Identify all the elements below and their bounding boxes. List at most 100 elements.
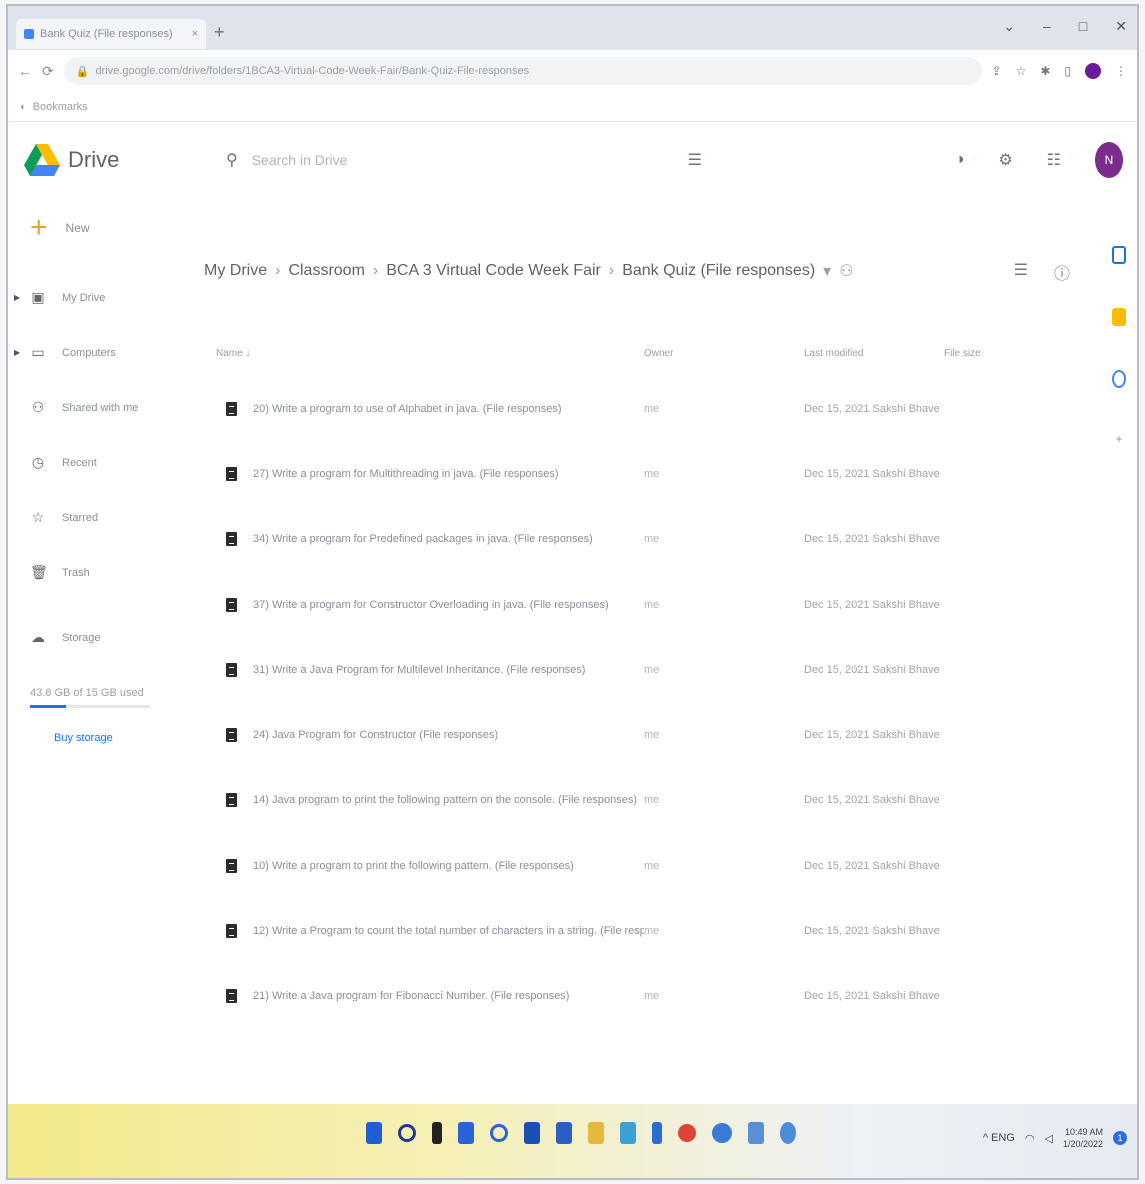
list-view-icon[interactable]: ☰ [1014, 260, 1028, 284]
excel-icon[interactable] [652, 1122, 662, 1144]
file-modified: Dec 15, 2021 Sakshi Bhave [804, 533, 940, 546]
breadcrumb-item[interactable]: Classroom [288, 262, 364, 280]
sidebar-item-storage[interactable]: ☁ Storage [8, 610, 198, 665]
keep-icon[interactable] [1112, 308, 1126, 326]
chat-icon[interactable] [490, 1124, 508, 1142]
minimize-icon[interactable]: – [1043, 18, 1051, 35]
tab-close-icon[interactable]: × [192, 28, 198, 40]
sidebar-icon[interactable]: ▯ [1064, 64, 1071, 78]
table-row[interactable]: 10) Write a program to print the followi… [204, 833, 1084, 898]
profile-icon[interactable] [1085, 63, 1101, 79]
new-button[interactable]: + New [8, 198, 198, 258]
sidebar-item-shared[interactable]: ⚇ Shared with me [8, 380, 198, 435]
drive-logo[interactable]: Drive [24, 144, 214, 176]
settings-icon[interactable]: ⚙ [998, 150, 1012, 170]
task-view-icon[interactable] [432, 1122, 442, 1144]
sidebar-item-my-drive[interactable]: ▶ ▣ My Drive [8, 270, 198, 325]
media-icon[interactable] [620, 1122, 636, 1144]
tasks-icon[interactable] [1112, 370, 1126, 388]
offline-status-icon[interactable]: ◑ [955, 151, 965, 169]
buy-storage-link[interactable]: Buy storage [54, 732, 198, 744]
add-addon-icon[interactable]: + [1115, 432, 1122, 446]
settings-app-icon[interactable] [780, 1122, 796, 1144]
puzzle-icon[interactable]: ✱ [1040, 64, 1050, 78]
reload-icon[interactable]: ⟳ [42, 63, 54, 80]
file-modified: Dec 15, 2021 Sakshi Bhave [804, 859, 940, 872]
back-icon[interactable]: ← [18, 63, 32, 79]
breadcrumb-item[interactable]: My Drive [204, 262, 267, 280]
search-icon[interactable]: ⚲ [226, 150, 238, 170]
star-bookmark-icon[interactable]: ☆ [1016, 64, 1027, 78]
table-row[interactable]: 34) Write a program for Predefined packa… [204, 507, 1084, 572]
store-icon[interactable] [556, 1122, 572, 1144]
volume-icon[interactable]: ◁ [1044, 1132, 1052, 1145]
chevron-down-icon[interactable]: ▾ [823, 261, 831, 281]
chevron-right-icon: › [608, 262, 615, 279]
sidebar-item-computers[interactable]: ▶ ▭ Computers [8, 325, 198, 380]
search-options-icon[interactable]: ☰ [688, 150, 702, 170]
file-name-cell: 14) Java program to print the following … [204, 793, 644, 808]
table-row[interactable]: 31) Write a Java Program for Multilevel … [204, 637, 1084, 702]
table-row[interactable]: 14) Java program to print the following … [204, 768, 1084, 833]
sidebar-item-recent[interactable]: ◷ Recent [8, 435, 198, 490]
word-icon[interactable] [524, 1122, 540, 1144]
table-row[interactable]: 24) Java Program for Constructor (File r… [204, 702, 1084, 767]
apps-grid-icon[interactable]: ☷ [1047, 150, 1061, 170]
taskbar-apps [366, 1122, 796, 1144]
caret-right-icon[interactable]: ▶ [14, 293, 20, 302]
column-size[interactable]: File size [944, 348, 1044, 359]
info-icon[interactable]: ⓘ [1054, 260, 1070, 284]
system-tray: ^ ENG ◠ ◁ 10:49 AM 1/20/2022 1 [983, 1126, 1127, 1150]
breadcrumb-item[interactable]: BCA 3 Virtual Code Week Fair [386, 262, 601, 280]
column-name[interactable]: Name ↓ [204, 348, 644, 359]
bookmark-item[interactable]: Bookmarks [33, 101, 88, 113]
sidebar-item-starred[interactable]: ☆ Starred [8, 490, 198, 545]
sheets-file-icon [226, 924, 237, 939]
shared-folder-icon[interactable]: ⚇ [839, 261, 853, 281]
file-name-cell: 37) Write a program for Constructor Over… [204, 597, 644, 612]
sidebar-item-trash[interactable]: 🗑 Trash [8, 545, 198, 600]
clock[interactable]: 10:49 AM 1/20/2022 [1063, 1126, 1103, 1150]
screen-frame: Bank Quiz (File responses) × + ⌄ – □ ✕ ←… [6, 4, 1139, 1180]
avatar[interactable]: N [1095, 142, 1123, 178]
sidebar-nav: ▶ ▣ My Drive ▶ ▭ Computers ⚇ Shared with… [8, 270, 198, 665]
more-icon[interactable]: ⋮ [1115, 64, 1127, 78]
file-name-cell: 34) Write a program for Predefined packa… [204, 532, 644, 547]
maximize-icon[interactable]: □ [1079, 18, 1087, 35]
column-modified[interactable]: Last modified [804, 348, 944, 359]
share-icon[interactable]: ⇪ [992, 64, 1002, 78]
table-row[interactable]: 12) Write a Program to count the total n… [204, 898, 1084, 963]
wifi-icon[interactable]: ◠ [1025, 1132, 1035, 1145]
table-row[interactable]: 21) Write a Java program for Fibonacci N… [204, 964, 1084, 1029]
widgets-icon[interactable] [458, 1122, 474, 1144]
tray-indicators[interactable]: ^ ENG [983, 1132, 1015, 1144]
new-tab-button[interactable]: + [214, 22, 225, 43]
column-owner[interactable]: Owner [644, 348, 804, 359]
photos-icon[interactable] [748, 1122, 764, 1144]
file-name: 34) Write a program for Predefined packa… [253, 533, 593, 546]
caret-right-icon[interactable]: ▶ [14, 348, 20, 357]
chrome-icon[interactable] [678, 1124, 696, 1142]
file-modified: Dec 15, 2021 Sakshi Bhave [804, 467, 940, 480]
notification-badge[interactable]: 1 [1113, 1131, 1127, 1145]
file-name: 21) Write a Java program for Fibonacci N… [253, 990, 570, 1003]
edge-icon[interactable] [712, 1123, 732, 1143]
table-row[interactable]: 37) Write a program for Constructor Over… [204, 572, 1084, 637]
sheets-file-icon [226, 401, 237, 416]
search-input[interactable]: Search in Drive [252, 152, 348, 168]
table-row[interactable]: 20) Write a program to use of Alphabet i… [204, 376, 1084, 441]
close-icon[interactable]: ✕ [1115, 18, 1127, 35]
breadcrumb-current[interactable]: Bank Quiz (File responses) [622, 262, 815, 280]
clock-date: 1/20/2022 [1062, 1139, 1103, 1149]
windows-start-icon[interactable] [366, 1122, 382, 1144]
file-explorer-icon[interactable] [588, 1122, 604, 1144]
search-bar[interactable]: ⚲ Search in Drive ☰ [214, 138, 714, 182]
file-modified: Dec 15, 2021 Sakshi Bhave [804, 729, 940, 742]
chevron-down-icon[interactable]: ⌄ [1003, 18, 1015, 35]
calendar-icon[interactable] [1112, 246, 1126, 264]
file-modified: Dec 15, 2021 Sakshi Bhave [804, 598, 940, 611]
table-row[interactable]: 27) Write a program for Multithreading i… [204, 441, 1084, 506]
search-icon[interactable] [398, 1124, 416, 1142]
address-bar[interactable]: 🔒 drive.google.com/drive/folders/1BCA3-V… [63, 57, 982, 85]
browser-tab[interactable]: Bank Quiz (File responses) × [16, 19, 206, 49]
